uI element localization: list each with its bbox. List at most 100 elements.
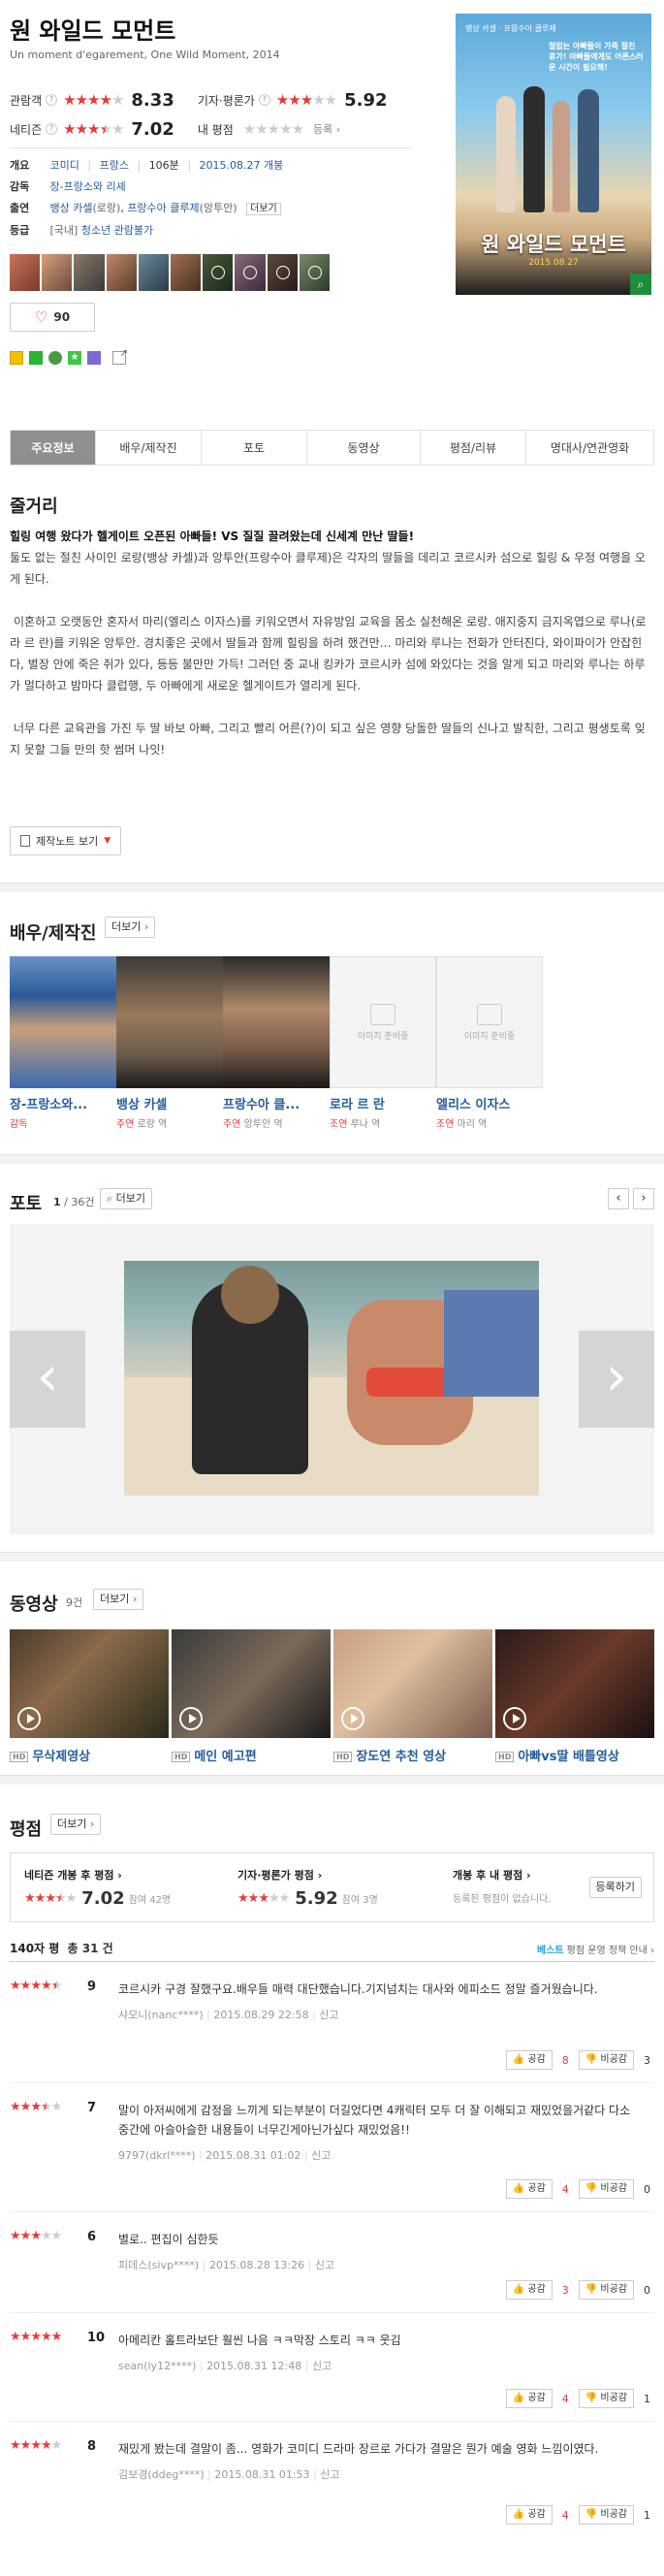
review-score: 6 [87, 2230, 97, 2244]
tab-video[interactable]: 동영상 [307, 431, 421, 465]
tab-main-info[interactable]: 주요정보 [11, 431, 96, 465]
video-thumbnail[interactable] [203, 254, 234, 291]
cast-link[interactable]: 프랑수아 클루제 [127, 202, 199, 214]
cast-card[interactable]: 이미지 준비중 로라 르 란 조연 루나 역 [330, 956, 436, 1130]
main-photo[interactable] [124, 1261, 539, 1496]
report-link[interactable]: 신고 [315, 2259, 334, 2271]
agree-button[interactable]: 👍 공감 [505, 2179, 553, 2199]
cast-card[interactable]: 장-프랑소와... 감독 [10, 956, 116, 1130]
help-icon[interactable]: ? [46, 94, 58, 106]
review-user[interactable]: 샤모니(nanc****) [118, 2009, 204, 2021]
video-thumbnail [495, 1629, 654, 1738]
video-more-button[interactable]: 더보기 › [93, 1589, 144, 1610]
tab-related[interactable]: 명대사/연관영화 [526, 431, 653, 465]
disagree-button[interactable]: 👎 비공감 [578, 2505, 634, 2525]
review-vote-buttons: 👍 공감 4 👎 비공감 1 [505, 2389, 654, 2408]
thumbnail[interactable] [74, 254, 105, 291]
separator: | [308, 2009, 320, 2021]
genre-link[interactable]: 코미디 [50, 159, 79, 172]
photo-prev-button[interactable]: ‹ [608, 1188, 629, 1209]
grade-link[interactable]: 청소년 관람불가 [81, 224, 153, 237]
help-icon[interactable]: ? [258, 94, 270, 106]
agree-button[interactable]: 👍 공감 [505, 2050, 553, 2070]
production-note-button[interactable]: 제작노트 보기 ▼ [10, 826, 122, 855]
tab-cast-crew[interactable]: 배우/제작진 [96, 431, 202, 465]
disagree-button[interactable]: 👎 비공감 [578, 2179, 634, 2199]
share-band-icon[interactable] [29, 351, 43, 365]
star-icon: ★ [255, 119, 268, 138]
review-more-button[interactable]: 더보기 › [50, 1814, 102, 1835]
cast-card[interactable]: 뱅상 카셀 주연 로랑 역 [116, 956, 223, 1130]
release-link[interactable]: 2015.08.27 개봉 [200, 159, 284, 172]
disagree-button[interactable]: 👎 비공감 [578, 2050, 634, 2070]
video-thumbnail[interactable] [299, 254, 331, 291]
video-card[interactable]: HD 아빠vs딸 배틀영상 [495, 1629, 654, 1764]
critic-score: 5.92 [344, 89, 388, 111]
cast-link[interactable]: 뱅상 카셀 [50, 202, 93, 214]
help-icon[interactable]: ? [46, 123, 58, 135]
critic-stars: ★ ★ ★ ★ ★ [276, 90, 337, 109]
report-link[interactable]: 신고 [320, 2468, 339, 2481]
video-thumbnail[interactable] [235, 254, 266, 291]
star-icon: ★ [300, 90, 313, 109]
thumbnail[interactable] [10, 254, 41, 291]
share-icons: ★ ↗ [10, 348, 128, 365]
register-review-button[interactable]: 등록하기 [588, 1877, 642, 1898]
report-link[interactable]: 신고 [312, 2360, 332, 2372]
disagree-button[interactable]: 👎 비공감 [578, 2389, 634, 2408]
register-rating-link[interactable]: 등록 › [313, 121, 340, 137]
tab-photo[interactable]: 포토 [202, 431, 307, 465]
agree-button[interactable]: 👍 공감 [505, 2280, 553, 2300]
disagree-button[interactable]: 👎 비공감 [578, 2280, 634, 2300]
cast-more-button[interactable]: 더보기 [246, 203, 281, 215]
country-link[interactable]: 프랑스 [100, 159, 129, 172]
section-divider [0, 883, 664, 892]
policy-link[interactable]: 베스트 평점 운영 정책 안내 › [537, 1942, 654, 1956]
thumbnail[interactable] [138, 254, 170, 291]
report-link[interactable]: 신고 [319, 2009, 338, 2021]
share-blog-icon[interactable] [10, 351, 23, 365]
thumbnail[interactable] [42, 254, 73, 291]
video-card[interactable]: HD 메인 예고편 [172, 1629, 331, 1764]
share-cafe-icon[interactable] [87, 351, 101, 365]
chevron-down-icon: ▼ [104, 836, 111, 846]
cast-card[interactable]: 이미지 준비중 엘리스 이자스 조연 마리 역 [436, 956, 543, 1130]
ratings-row-1: 관람객 ? ★ ★ ★ ★ ★ 8.33 기자·평론가 ? ★ ★ ★ ★ ★ 5.92 [10, 89, 388, 111]
video-card[interactable]: HD 무삭제영상 [10, 1629, 169, 1764]
agree-button[interactable]: 👍 공감 [505, 2505, 553, 2525]
star-icon: ★ [30, 2438, 42, 2453]
my-rating-stars[interactable]: ★ ★ ★ ★ ★ [243, 119, 304, 138]
review-meta: 9797(dkrl****) | 2015.08.31 01:02 | 신고 [118, 2147, 331, 2163]
star-icon: ★ [247, 1891, 260, 1906]
agree-button[interactable]: 👍 공감 [505, 2389, 553, 2408]
review-user[interactable]: 피데스(sivp****) [118, 2259, 199, 2271]
photo-more-button[interactable]: ⌕ 더보기 [100, 1188, 153, 1209]
report-link[interactable]: 신고 [311, 2149, 331, 2162]
photo-next-button[interactable]: › [633, 1188, 654, 1209]
tab-review[interactable]: 평점/리뷰 [421, 431, 526, 465]
share-line-icon[interactable] [48, 351, 62, 365]
star-icon: ★ [34, 1891, 47, 1906]
photo-viewer-next[interactable]: › [579, 1331, 654, 1428]
review-user[interactable]: sean(ly12****) [118, 2360, 196, 2372]
zoom-icon[interactable]: ⌕ [630, 274, 651, 295]
star-icon: ★ [312, 90, 325, 109]
review-stars: ★ ★ ★ ★ ★ [10, 2101, 62, 2113]
review-user[interactable]: 김보경(ddeg****) [118, 2468, 205, 2481]
video-card[interactable]: HD 장도연 추천 영상 [333, 1629, 492, 1764]
like-button[interactable]: ♡ 90 [10, 303, 95, 332]
star-icon: ★ [75, 119, 88, 138]
video-thumbnail[interactable] [267, 254, 298, 291]
external-link-icon[interactable]: ↗ [112, 348, 128, 365]
thumbnail[interactable] [171, 254, 202, 291]
cast-more-button[interactable]: 더보기 › [105, 917, 156, 938]
audience-score: 8.33 [131, 89, 174, 111]
poster-image[interactable]: 뱅상 카셀 · 프랑수아 클루제 철없는 아빠들이 가족 절친 휴가! 아빠들에… [456, 14, 651, 295]
director-link[interactable]: 장-프랑소와 리셰 [50, 180, 126, 193]
photo-viewer-prev[interactable]: ‹ [10, 1331, 85, 1428]
cast-card[interactable]: 프랑수아 클... 주연 앙투안 역 [223, 956, 330, 1130]
star-icon: ★ [75, 90, 88, 109]
thumbnail[interactable] [106, 254, 137, 291]
review-user[interactable]: 9797(dkrl****) [118, 2149, 196, 2162]
share-star-icon[interactable]: ★ [68, 351, 81, 365]
